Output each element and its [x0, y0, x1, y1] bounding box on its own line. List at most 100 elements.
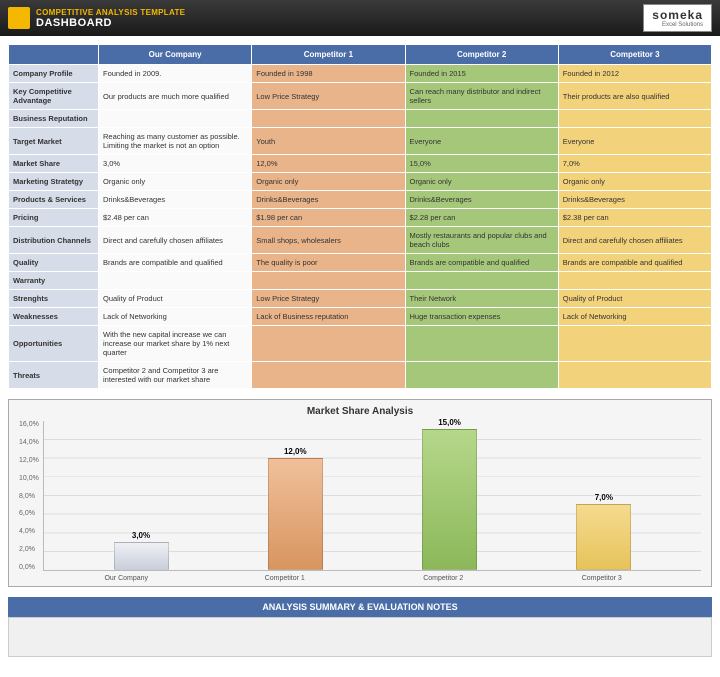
table-row: Market Share3,0%12,0%15,0%7,0% — [9, 155, 712, 173]
cell[interactable]: Our products are much more qualified — [99, 83, 252, 110]
cell[interactable] — [405, 272, 558, 290]
cell[interactable]: Huge transaction expenses — [405, 308, 558, 326]
ytick-label: 4,0% — [19, 528, 39, 535]
ytick-label: 8,0% — [19, 493, 39, 500]
column-header: Competitor 2 — [405, 45, 558, 65]
row-header: Pricing — [9, 209, 99, 227]
table-row: QualityBrands are compatible and qualifi… — [9, 254, 712, 272]
row-header: Company Profile — [9, 65, 99, 83]
cell[interactable]: Founded in 2015 — [405, 65, 558, 83]
cell[interactable]: $2.48 per can — [99, 209, 252, 227]
cell[interactable]: Lack of Networking — [99, 308, 252, 326]
table-row: Target MarketReaching as many customer a… — [9, 128, 712, 155]
bar-wrap: 12,0% — [265, 447, 325, 571]
bar-value-label: 15,0% — [438, 418, 461, 427]
cell[interactable] — [252, 326, 405, 362]
cell[interactable] — [558, 326, 711, 362]
row-header: Quality — [9, 254, 99, 272]
cell[interactable]: Brands are compatible and qualified — [405, 254, 558, 272]
cell[interactable] — [252, 362, 405, 389]
cell[interactable] — [558, 362, 711, 389]
app-header: COMPETITIVE ANALYSIS TEMPLATE DASHBOARD … — [0, 0, 720, 36]
cell[interactable]: $1.98 per can — [252, 209, 405, 227]
analysis-summary-header: ANALYSIS SUMMARY & EVALUATION NOTES — [8, 597, 712, 617]
ytick-label: 12,0% — [19, 457, 39, 464]
table-row: Warranty — [9, 272, 712, 290]
cell[interactable]: Organic only — [99, 173, 252, 191]
cell[interactable]: Founded in 1998 — [252, 65, 405, 83]
cell[interactable]: Direct and carefully chosen affiliates — [99, 227, 252, 254]
table-row: Products & ServicesDrinks&BeveragesDrink… — [9, 191, 712, 209]
cell[interactable]: 12,0% — [252, 155, 405, 173]
column-header: Our Company — [99, 45, 252, 65]
cell[interactable] — [405, 110, 558, 128]
cell[interactable]: Lack of Business reputation — [252, 308, 405, 326]
cell[interactable]: $2.28 per can — [405, 209, 558, 227]
cell[interactable]: Organic only — [252, 173, 405, 191]
cell[interactable]: Founded in 2012 — [558, 65, 711, 83]
cell[interactable] — [405, 362, 558, 389]
cell[interactable]: Drinks&Beverages — [99, 191, 252, 209]
cell[interactable]: Quality of Product — [558, 290, 711, 308]
ytick-label: 2,0% — [19, 546, 39, 553]
bar — [114, 542, 169, 570]
row-header: Marketing Stratetgy — [9, 173, 99, 191]
table-row: Company ProfileFounded in 2009.Founded i… — [9, 65, 712, 83]
chart-plot-area: 3,0%12,0%15,0%7,0% — [43, 421, 701, 571]
cell[interactable]: $2.38 per can — [558, 209, 711, 227]
brand-name: someka — [652, 8, 703, 22]
cell[interactable]: 3,0% — [99, 155, 252, 173]
cell[interactable] — [252, 272, 405, 290]
cell[interactable]: Their products are also qualified — [558, 83, 711, 110]
table-row: OpportunitiesWith the new capital increa… — [9, 326, 712, 362]
cell[interactable]: 7,0% — [558, 155, 711, 173]
cell[interactable]: Drinks&Beverages — [558, 191, 711, 209]
table-row: Business Reputation — [9, 110, 712, 128]
competitive-analysis-table: Our CompanyCompetitor 1Competitor 2Compe… — [8, 44, 712, 389]
cell[interactable] — [405, 326, 558, 362]
cell[interactable]: Drinks&Beverages — [252, 191, 405, 209]
cell[interactable] — [252, 110, 405, 128]
cell[interactable]: Small shops, wholesalers — [252, 227, 405, 254]
cell[interactable]: Reaching as many customer as possible. L… — [99, 128, 252, 155]
cell[interactable]: Can reach many distributor and indirect … — [405, 83, 558, 110]
cell[interactable]: Low Price Strategy — [252, 290, 405, 308]
cell[interactable]: Brands are compatible and qualified — [99, 254, 252, 272]
row-header: Threats — [9, 362, 99, 389]
cell[interactable]: 15,0% — [405, 155, 558, 173]
cell[interactable]: Everyone — [558, 128, 711, 155]
cell[interactable]: Mostly restaurants and popular clubs and… — [405, 227, 558, 254]
cell[interactable] — [558, 272, 711, 290]
bar-wrap: 15,0% — [420, 418, 480, 570]
cell[interactable]: Youth — [252, 128, 405, 155]
cell[interactable]: Competitor 2 and Competitor 3 are intere… — [99, 362, 252, 389]
xtick-label: Competitor 2 — [413, 575, 473, 582]
cell[interactable]: Everyone — [405, 128, 558, 155]
bar-value-label: 12,0% — [284, 447, 307, 456]
ytick-label: 0,0% — [19, 564, 39, 571]
cell[interactable] — [99, 272, 252, 290]
cell[interactable] — [558, 110, 711, 128]
cell[interactable]: With the new capital increase we can inc… — [99, 326, 252, 362]
row-header: Products & Services — [9, 191, 99, 209]
cell[interactable]: Founded in 2009. — [99, 65, 252, 83]
cell[interactable]: Organic only — [558, 173, 711, 191]
cell[interactable]: Their Network — [405, 290, 558, 308]
market-share-chart: Market Share Analysis 0,0%2,0%4,0%6,0%8,… — [8, 399, 712, 587]
column-header — [9, 45, 99, 65]
cell[interactable]: Direct and carefully chosen affiliates — [558, 227, 711, 254]
analysis-notes-area[interactable] — [8, 617, 712, 657]
cell[interactable]: Brands are compatible and qualified — [558, 254, 711, 272]
row-header: Key Competitive Advantage — [9, 83, 99, 110]
header-left: COMPETITIVE ANALYSIS TEMPLATE DASHBOARD — [8, 7, 185, 29]
cell[interactable]: Lack of Networking — [558, 308, 711, 326]
cell[interactable]: Drinks&Beverages — [405, 191, 558, 209]
cell[interactable]: Organic only — [405, 173, 558, 191]
cell[interactable]: The quality is poor — [252, 254, 405, 272]
cell[interactable] — [99, 110, 252, 128]
cell[interactable]: Low Price Strategy — [252, 83, 405, 110]
column-header: Competitor 3 — [558, 45, 711, 65]
row-header: Target Market — [9, 128, 99, 155]
xtick-label: Our Company — [96, 575, 156, 582]
cell[interactable]: Quality of Product — [99, 290, 252, 308]
